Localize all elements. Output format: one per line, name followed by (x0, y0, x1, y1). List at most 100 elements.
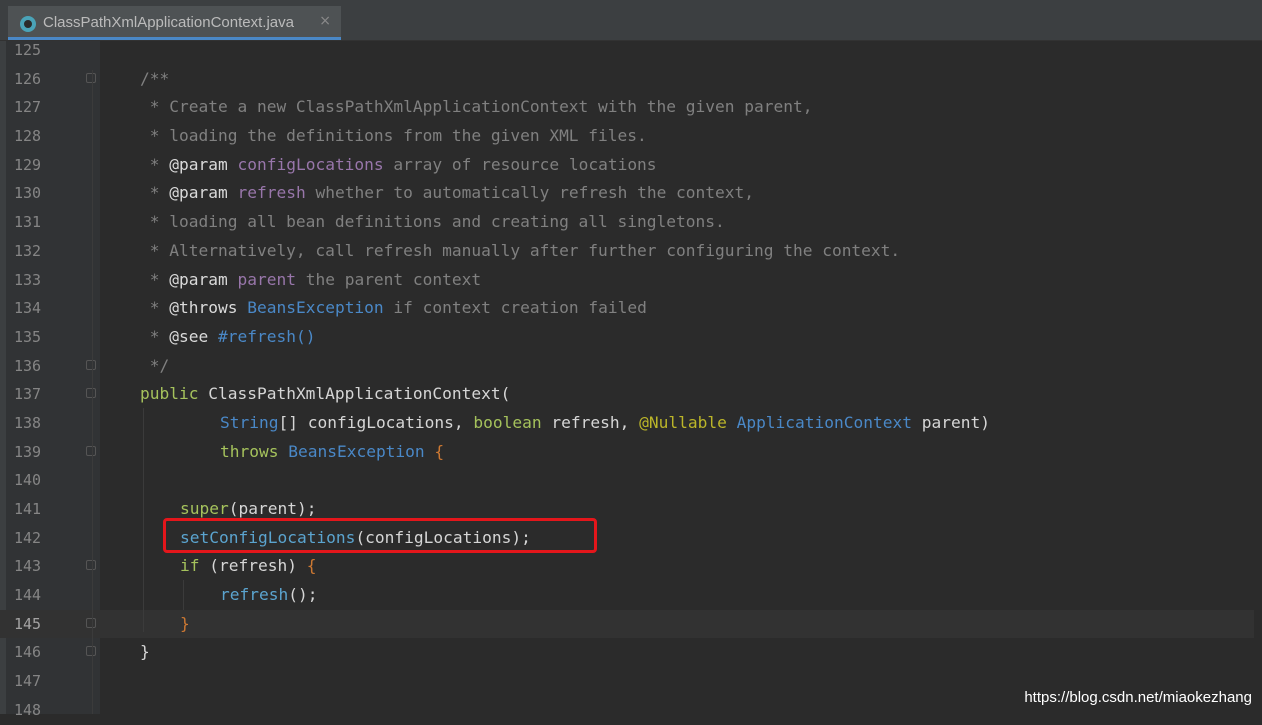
fold-marker-icon[interactable] (86, 388, 96, 399)
vertical-scrollbar[interactable] (1254, 41, 1262, 714)
code-text: refresh, (541, 412, 640, 432)
method-call[interactable]: refresh (220, 585, 288, 604)
keyword: super (180, 499, 229, 518)
doc-param-name: configLocations (237, 154, 384, 174)
line-number: 132 (14, 241, 42, 260)
doc-comment: * @param refresh whether to automaticall… (140, 179, 754, 208)
statement: if (refresh) { (180, 552, 316, 581)
code-line: 140 (0, 466, 1262, 495)
statement: } (180, 610, 190, 639)
keyword: throws (220, 441, 279, 461)
line-number: 140 (14, 471, 42, 490)
doc-comment: * @param configLocations array of resour… (140, 151, 657, 180)
code-line-current: 145 } (0, 609, 1262, 639)
doc-text: array of resource locations (383, 154, 657, 174)
code-line: 127 * Create a new ClassPathXmlApplicati… (0, 93, 1262, 122)
doc-text: if context creation failed (383, 298, 647, 318)
line-number: 129 (14, 155, 42, 174)
brace: { (424, 441, 445, 461)
code-line: 144 refresh(); (0, 581, 1262, 610)
parameter-list: String[] configLocations, boolean refres… (220, 409, 990, 438)
line-number: 146 (14, 643, 42, 662)
fold-gutter-line (92, 70, 93, 714)
line-number: 127 (14, 98, 42, 117)
throws-clause: throws BeansException { (220, 438, 444, 467)
doc-comment: * loading all bean definitions and creat… (140, 212, 725, 232)
brace: { (306, 556, 317, 576)
fold-marker-icon[interactable] (86, 617, 96, 628)
fold-marker-icon[interactable] (86, 560, 96, 571)
keyword: public (140, 384, 199, 404)
line-number: 126 (14, 69, 42, 88)
doc-comment: */ (140, 355, 170, 375)
doc-comment: * loading the definitions from the given… (140, 126, 647, 146)
editor-tab-bar: ClassPathXmlApplicationContext.java × (0, 0, 1262, 41)
code-line: 131 * loading all bean definitions and c… (0, 208, 1262, 237)
line-number: 128 (14, 127, 42, 146)
statement: } (140, 638, 150, 667)
line-number: 137 (14, 385, 42, 404)
doc-link[interactable]: #refresh() (218, 327, 315, 346)
fold-marker-icon[interactable] (86, 359, 96, 370)
fold-marker-icon[interactable] (86, 72, 96, 83)
doc-link[interactable]: BeansException (247, 298, 383, 317)
statement: refresh(); (220, 581, 317, 610)
code-line: 129 * @param configLocations array of re… (0, 151, 1262, 180)
indent-guide (143, 408, 144, 632)
tab-label: ClassPathXmlApplicationContext.java (43, 14, 294, 31)
line-number: 138 (14, 413, 42, 432)
highlight-annotation-box (163, 518, 597, 553)
doc-tag: @param (169, 183, 228, 203)
doc-text: whether to automatically refresh the con… (305, 183, 755, 203)
doc-text: the parent context (295, 269, 482, 289)
code-line: 136 */ (0, 352, 1262, 381)
tab-classpathxmlapplicationcontext[interactable]: ClassPathXmlApplicationContext.java × (8, 6, 341, 40)
line-number: 144 (14, 586, 42, 605)
line-number: 133 (14, 270, 42, 289)
code-line: 135 * @see #refresh() (0, 323, 1262, 352)
code-text: } (140, 642, 150, 662)
keyword: boolean (473, 412, 542, 432)
line-number: 148 (14, 700, 42, 719)
line-number: 135 (14, 327, 42, 346)
doc-comment: * @param parent the parent context (140, 266, 481, 295)
line-number: 143 (14, 557, 42, 576)
doc-prefix: * (140, 269, 170, 289)
code-line: 138 String[] configLocations, boolean re… (0, 409, 1262, 438)
watermark: https://blog.csdn.net/miaokezhang (1024, 689, 1252, 706)
doc-param-name: refresh (237, 183, 306, 203)
line-number: 134 (14, 299, 42, 318)
code-line: 133 * @param parent the parent context (0, 266, 1262, 295)
brace: } (180, 613, 190, 633)
code-text: [] configLocations, (278, 412, 474, 432)
doc-tag: @throws (169, 298, 238, 318)
code-line: 134 * @throws BeansException if context … (0, 294, 1262, 323)
code-text: (refresh) (199, 556, 307, 576)
doc-prefix: * (140, 154, 170, 174)
code-line: 125 (0, 36, 1262, 65)
doc-param-name: parent (237, 269, 296, 289)
code-editor[interactable]: 125 126 /** 127 * Create a new ClassPath… (0, 36, 1262, 725)
doc-tag: @param (169, 269, 228, 289)
line-number: 136 (14, 356, 42, 375)
line-number: 147 (14, 672, 42, 691)
code-line: 126 /** (0, 65, 1262, 94)
doc-comment: * @see #refresh() (140, 323, 316, 352)
close-icon[interactable]: × (319, 13, 331, 29)
doc-comment: * Alternatively, call refresh manually a… (140, 240, 901, 260)
fold-marker-icon[interactable] (86, 445, 96, 456)
line-number: 131 (14, 213, 42, 232)
fold-marker-icon[interactable] (86, 646, 96, 657)
doc-prefix: * (140, 326, 170, 346)
indent-guide (183, 580, 184, 610)
code-text: ClassPathXmlApplicationContext( (198, 384, 511, 404)
code-line: 146 } (0, 638, 1262, 667)
code-line: 132 * Alternatively, call refresh manual… (0, 237, 1262, 266)
code-line: 139 throws BeansException { (0, 438, 1262, 467)
code-line: 137 public ClassPathXmlApplicationContex… (0, 380, 1262, 409)
code-text: (); (288, 585, 318, 605)
type-name: String (220, 412, 279, 432)
line-number: 141 (14, 500, 42, 518)
java-class-icon (20, 16, 36, 32)
doc-comment: * @throws BeansException if context crea… (140, 294, 647, 323)
